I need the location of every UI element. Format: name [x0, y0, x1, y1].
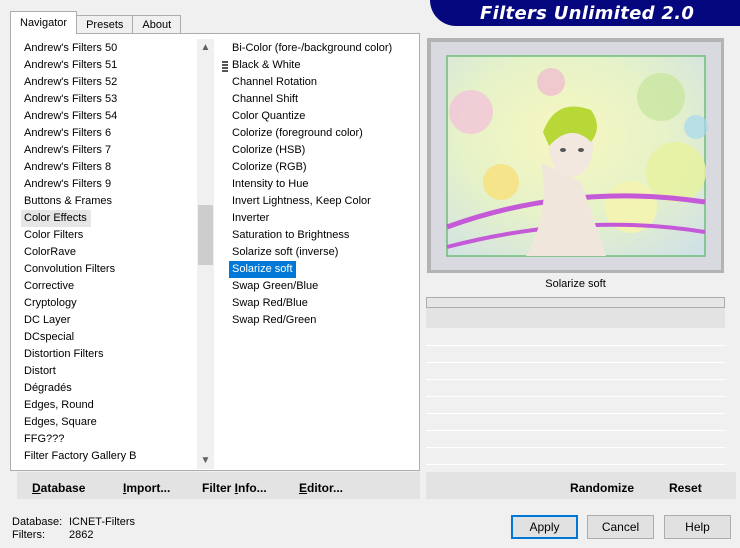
- category-item[interactable]: FFG???: [21, 431, 207, 448]
- category-item[interactable]: Corrective: [21, 278, 207, 295]
- divider: [426, 396, 725, 397]
- category-item[interactable]: DCspecial: [21, 329, 207, 346]
- category-item[interactable]: Distortion Filters: [21, 346, 207, 363]
- category-item[interactable]: DC Layer: [21, 312, 207, 329]
- category-item[interactable]: Andrew's Filters 50: [21, 40, 207, 57]
- editor-button[interactable]: Editor...: [299, 481, 343, 495]
- category-item[interactable]: Edges, Round: [21, 397, 207, 414]
- category-list[interactable]: Andrew's Filters 50 Andrew's Filters 51 An…: [21, 40, 207, 468]
- category-item[interactable]: Andrew's Filters 54: [21, 108, 207, 125]
- filter-item[interactable]: Black & White: [229, 57, 417, 74]
- filter-item[interactable]: Invert Lightness, Keep Color: [229, 193, 417, 210]
- navigator-panel: Andrew's Filters 50 Andrew's Filters 51 An…: [10, 33, 420, 471]
- app-banner: Filters Unlimited 2.0: [430, 0, 740, 26]
- preview-image[interactable]: [431, 42, 721, 270]
- filter-item[interactable]: Channel Rotation: [229, 74, 417, 91]
- category-item[interactable]: Andrew's Filters 52: [21, 74, 207, 91]
- category-item[interactable]: Color Effects: [21, 210, 91, 227]
- divider: [426, 345, 725, 346]
- status-database-label: Database:: [12, 516, 63, 528]
- category-item[interactable]: Andrew's Filters 53: [21, 91, 207, 108]
- category-item[interactable]: Color Filters: [21, 227, 207, 244]
- filter-list[interactable]: Bi-Color (fore-/background color) Black &…: [229, 40, 417, 468]
- tab-navigator[interactable]: Navigator: [10, 11, 78, 34]
- filter-item[interactable]: Channel Shift: [229, 91, 417, 108]
- reset-button[interactable]: Reset: [669, 481, 702, 495]
- status-filters-label: Filters:: [12, 529, 45, 541]
- apply-button[interactable]: Apply: [511, 515, 578, 539]
- category-item[interactable]: Edges, Square: [21, 414, 207, 431]
- category-scrollbar[interactable]: ▲ ▼: [197, 39, 214, 469]
- divider: [426, 379, 725, 380]
- category-item[interactable]: Filter Factory Gallery B: [21, 448, 207, 465]
- category-item[interactable]: Distort: [21, 363, 207, 380]
- preview-artwork: [431, 42, 721, 270]
- filter-item[interactable]: Swap Green/Blue: [229, 278, 417, 295]
- filter-item[interactable]: Swap Red/Blue: [229, 295, 417, 312]
- filter-item[interactable]: Intensity to Hue: [229, 176, 417, 193]
- scroll-down-arrow-icon[interactable]: ▼: [197, 452, 214, 469]
- category-item[interactable]: Dégradés: [21, 380, 207, 397]
- filter-item[interactable]: Color Quantize: [229, 108, 417, 125]
- tab-about[interactable]: About: [132, 15, 182, 34]
- category-item[interactable]: Andrew's Filters 6: [21, 125, 207, 142]
- category-item[interactable]: ColorRave: [21, 244, 207, 261]
- divider: [426, 464, 725, 465]
- filter-item[interactable]: Colorize (HSB): [229, 142, 417, 159]
- status-filters-value: 2862: [69, 529, 94, 541]
- cancel-button[interactable]: Cancel: [587, 515, 654, 539]
- divider: [426, 430, 725, 431]
- category-item[interactable]: Convolution Filters: [21, 261, 207, 278]
- filter-item[interactable]: Solarize soft: [229, 261, 296, 278]
- filter-item[interactable]: Colorize (RGB): [229, 159, 417, 176]
- category-item[interactable]: Andrew's Filters 8: [21, 159, 207, 176]
- category-item[interactable]: Cryptology: [21, 295, 207, 312]
- progress-bar: [426, 297, 725, 308]
- import-button[interactable]: Import...: [123, 481, 170, 495]
- divider: [426, 362, 725, 363]
- filter-item[interactable]: Swap Red/Green: [229, 312, 417, 329]
- status-filters: Filters: 2862: [12, 529, 93, 541]
- category-item[interactable]: Andrew's Filters 9: [21, 176, 207, 193]
- filter-item[interactable]: Colorize (foreground color): [229, 125, 417, 142]
- filter-item[interactable]: Solarize soft (inverse): [229, 244, 417, 261]
- tab-bar: Navigator Presets About: [10, 11, 182, 34]
- scroll-up-arrow-icon[interactable]: ▲: [197, 39, 214, 56]
- divider: [426, 447, 725, 448]
- category-item[interactable]: Andrew's Filters 7: [21, 142, 207, 159]
- drag-grip-icon: [222, 61, 228, 72]
- status-database-value: ICNET-Filters: [69, 516, 135, 528]
- selected-filter-name: Solarize soft: [545, 278, 606, 290]
- scroll-thumb[interactable]: [198, 205, 213, 265]
- divider: [426, 413, 725, 414]
- category-item[interactable]: Andrew's Filters 51: [21, 57, 207, 74]
- status-database: Database: ICNET-Filters: [12, 516, 135, 528]
- filter-item[interactable]: Saturation to Brightness: [229, 227, 417, 244]
- database-button[interactable]: Database: [32, 481, 85, 495]
- category-item[interactable]: Filter Factory Gallery C: [21, 465, 207, 468]
- filter-info-button[interactable]: Filter Info...: [202, 481, 267, 495]
- help-button[interactable]: Help: [664, 515, 731, 539]
- category-item[interactable]: Buttons & Frames: [21, 193, 207, 210]
- filter-item[interactable]: Inverter: [229, 210, 417, 227]
- randomize-button[interactable]: Randomize: [570, 481, 634, 495]
- control-area: [426, 308, 725, 328]
- tab-presets[interactable]: Presets: [76, 15, 134, 34]
- filter-item[interactable]: Bi-Color (fore-/background color): [229, 40, 417, 57]
